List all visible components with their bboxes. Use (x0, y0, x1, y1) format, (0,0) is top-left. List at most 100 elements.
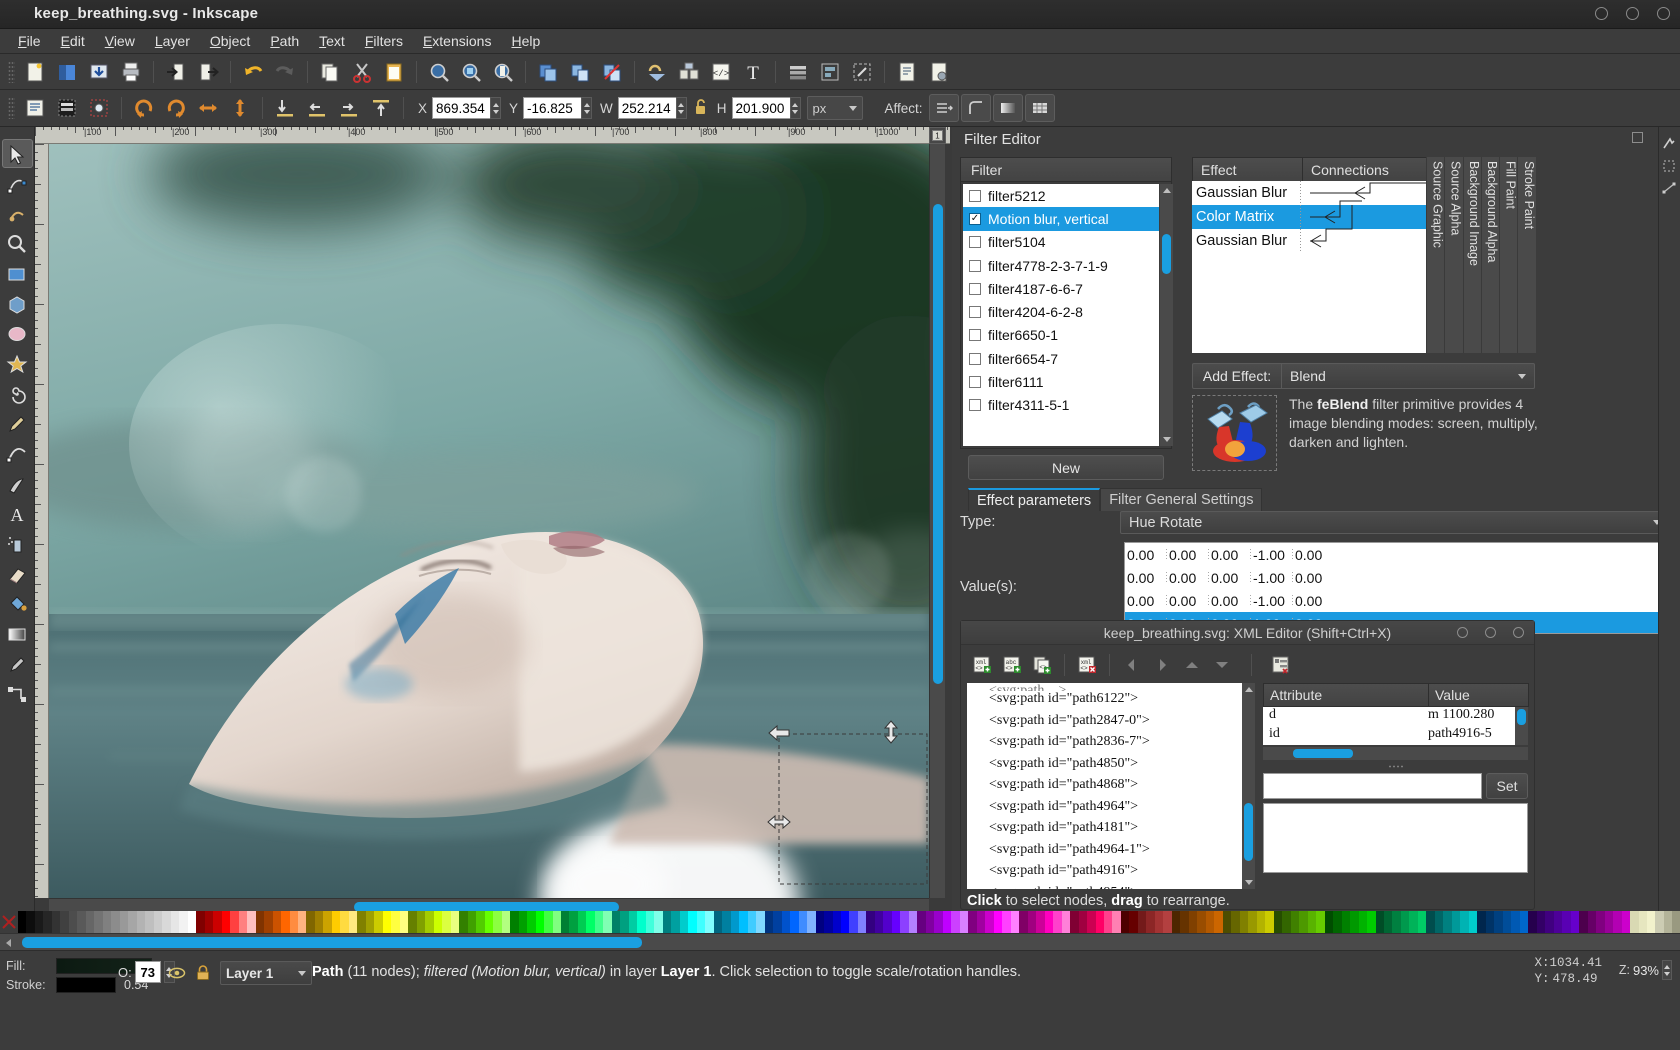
export-icon[interactable] (193, 58, 223, 86)
rotate-ccw-icon[interactable] (129, 94, 159, 122)
palette-swatch[interactable] (145, 911, 153, 933)
palette-swatch[interactable] (1274, 911, 1282, 933)
palette-swatch[interactable] (306, 911, 314, 933)
palette-swatch[interactable] (917, 911, 925, 933)
palette-swatch[interactable] (103, 911, 111, 933)
palette-swatch[interactable] (323, 911, 331, 933)
undo-icon[interactable] (238, 58, 268, 86)
duplicate-icon[interactable] (533, 58, 563, 86)
matrix-cell[interactable]: 0.00 (1167, 593, 1209, 609)
palette-swatch[interactable] (1172, 911, 1180, 933)
palette-swatch[interactable] (1308, 911, 1316, 933)
xml-node-row[interactable]: <svg:path id="path4181"> (967, 820, 1242, 842)
no-color-icon[interactable] (0, 911, 18, 933)
palette-swatch[interactable] (213, 911, 221, 933)
matrix-cell[interactable]: 0.00 (1209, 570, 1251, 586)
palette-swatch[interactable] (256, 911, 264, 933)
snap-enable-icon[interactable] (1659, 133, 1679, 155)
canvas[interactable] (49, 144, 929, 898)
palette-swatch[interactable] (18, 911, 26, 933)
palette-swatch[interactable] (366, 911, 374, 933)
type-select[interactable]: Hue Rotate (1120, 511, 1670, 534)
toolbar-grip[interactable] (8, 97, 15, 119)
palette-swatch[interactable] (340, 911, 348, 933)
palette-swatch[interactable] (612, 911, 620, 933)
matrix-cell[interactable]: 0.00 (1209, 593, 1251, 609)
palette-swatch[interactable] (1028, 911, 1036, 933)
palette-swatch[interactable] (1401, 911, 1409, 933)
palette-swatch[interactable] (60, 911, 68, 933)
palette-swatch[interactable] (1206, 911, 1214, 933)
palette-swatch[interactable] (1087, 911, 1095, 933)
palette-swatch[interactable] (773, 911, 781, 933)
palette-swatch[interactable] (646, 911, 654, 933)
zoom-control[interactable]: Z: 93% (1619, 960, 1672, 980)
delete-attribute-icon[interactable] (1266, 651, 1296, 679)
xml-node-row[interactable]: <svg:path id="path2836-7"> (967, 734, 1242, 756)
clone-icon[interactable] (565, 58, 595, 86)
tab-effect-parameters[interactable]: Effect parameters (968, 488, 1100, 511)
filter-checkbox[interactable] (969, 353, 981, 365)
palette-swatch[interactable] (1443, 911, 1451, 933)
xml-node-row[interactable]: <svg:path id="path4964-1"> (967, 842, 1242, 864)
palette-swatch[interactable] (1392, 911, 1400, 933)
dropper-tool[interactable] (2, 649, 33, 678)
palette-swatch[interactable] (1138, 911, 1146, 933)
palette-swatch[interactable] (960, 911, 968, 933)
new-document-icon[interactable] (20, 58, 50, 86)
filter-list[interactable]: filter5212✓Motion blur, verticalfilter51… (963, 184, 1159, 446)
palette-swatch[interactable] (111, 911, 119, 933)
attribute-value-textarea[interactable] (1263, 803, 1528, 873)
palette-swatch[interactable] (629, 911, 637, 933)
filter-list-item[interactable]: filter4311-5-1 (963, 394, 1159, 417)
palette-swatch[interactable] (1155, 911, 1163, 933)
palette-swatch[interactable] (1096, 911, 1104, 933)
palette-swatch[interactable] (1384, 911, 1392, 933)
align-icon[interactable] (815, 58, 845, 86)
palette-swatch[interactable] (69, 911, 77, 933)
palette-swatch[interactable] (849, 911, 857, 933)
palette-swatch[interactable] (1494, 911, 1502, 933)
raise-icon[interactable] (334, 94, 364, 122)
palette-swatch[interactable] (1376, 911, 1384, 933)
attribute-vertical-scrollbar[interactable] (1515, 707, 1528, 745)
palette-swatch[interactable] (1112, 911, 1120, 933)
scroll-down-icon[interactable] (1163, 437, 1171, 442)
scroll-up-icon[interactable] (1245, 687, 1253, 692)
palette-swatch[interactable] (1452, 911, 1460, 933)
scroll-left-icon[interactable] (6, 939, 11, 947)
attribute-list[interactable]: dm 1100.280idpath4916-5 (1263, 707, 1515, 745)
palette-swatch[interactable] (892, 911, 900, 933)
scrollbar-thumb[interactable] (1244, 803, 1253, 861)
h-spinner[interactable] (790, 97, 801, 119)
scroll-up-icon[interactable] (1163, 188, 1171, 193)
h-field[interactable] (732, 97, 801, 119)
lock-closed-icon[interactable] (194, 964, 212, 982)
palette-swatch[interactable] (485, 911, 493, 933)
palette-swatch[interactable] (1596, 911, 1604, 933)
palette-swatch[interactable] (1630, 911, 1638, 933)
palette-swatch[interactable] (866, 911, 874, 933)
palette-swatch[interactable] (858, 911, 866, 933)
window-controls[interactable] (1595, 7, 1670, 20)
document-properties-icon[interactable] (892, 58, 922, 86)
palette-swatch[interactable] (748, 911, 756, 933)
palette-swatch[interactable] (222, 911, 230, 933)
move-arrow-handle-horizontal[interactable] (767, 814, 791, 830)
horizontal-ruler[interactable]: |100|200|300|400|500|600|700|800|900|100… (35, 127, 950, 144)
matrix-cell[interactable]: 0.00 (1293, 570, 1335, 586)
matrix-cell[interactable]: 0.00 (1293, 593, 1335, 609)
filter-checkbox[interactable] (969, 399, 981, 411)
toolbar-grip[interactable] (8, 61, 15, 83)
matrix-cell[interactable]: -1.00 (1251, 593, 1293, 609)
zoom-drawing-icon[interactable] (456, 58, 486, 86)
palette-swatch[interactable] (900, 911, 908, 933)
redo-icon[interactable] (270, 58, 300, 86)
palette-swatch[interactable] (137, 911, 145, 933)
zoom-value[interactable]: 93% (1633, 963, 1659, 978)
zoom-selection-icon[interactable] (424, 58, 454, 86)
save-document-icon[interactable] (84, 58, 114, 86)
opacity-input[interactable] (135, 961, 161, 983)
palette-swatch[interactable] (603, 911, 611, 933)
palette-swatch[interactable] (1282, 911, 1290, 933)
